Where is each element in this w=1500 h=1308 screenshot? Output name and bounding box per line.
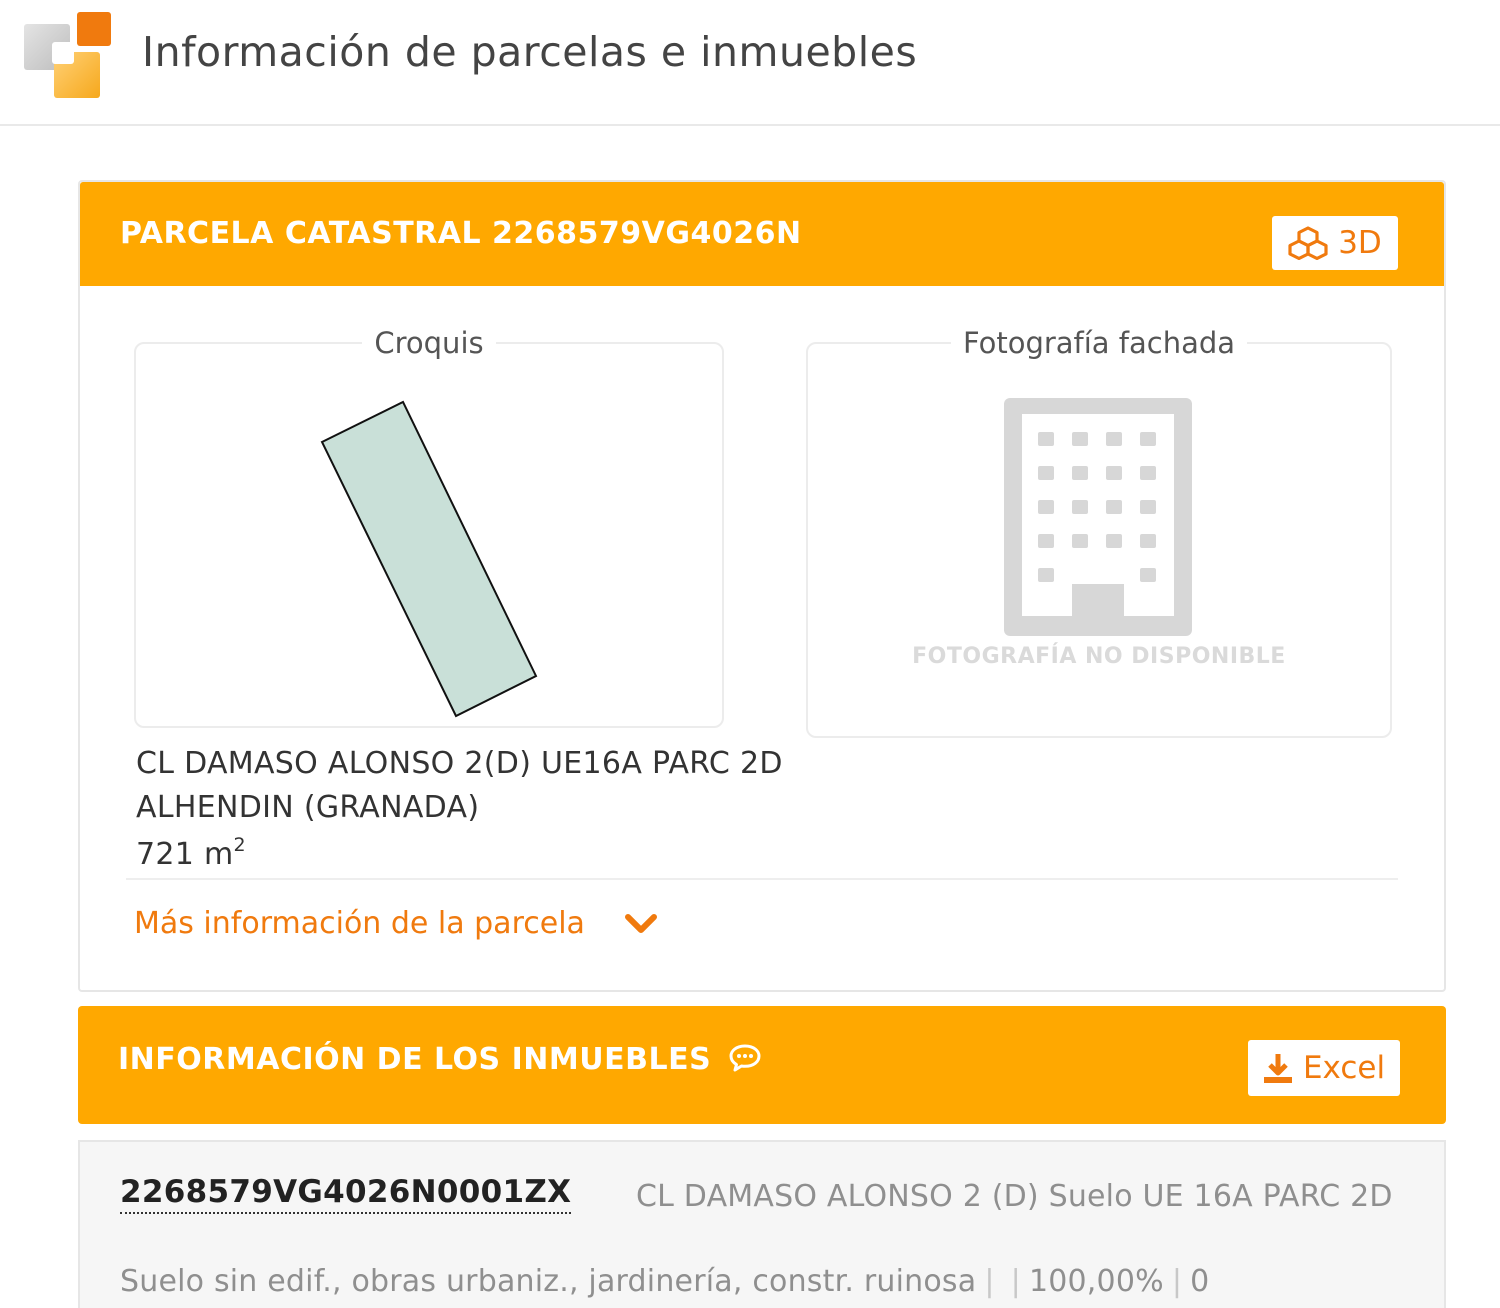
parcel-address-line2: ALHENDIN (GRANADA) [136, 790, 480, 825]
inmueble-use: Suelo sin edif., obras urbaniz., jardine… [120, 1264, 977, 1299]
parcela-title: PARCELA CATASTRAL 2268579VG4026N [120, 216, 802, 251]
croquis-box: Croquis [134, 326, 726, 730]
inmuebles-panel-header: INFORMACIÓN DE LOS INMUEBLES Excel [78, 1006, 1446, 1124]
chevron-down-icon [624, 913, 657, 933]
catastro-logo-icon [22, 10, 114, 102]
parcel-address-line1: CL DAMASO ALONSO 2(D) UE16A PARC 2D [136, 746, 783, 781]
photo-unavailable-text: FOTOGRAFÍA NO DISPONIBLE [912, 644, 1286, 669]
divider [126, 878, 1398, 880]
inmueble-use-line: Suelo sin edif., obras urbaniz., jardine… [120, 1264, 1210, 1299]
inmueble-reference-link[interactable]: 2268579VG4026N0001ZX [120, 1174, 572, 1214]
view-3d-label: 3D [1338, 225, 1382, 261]
parcel-surface: 721 m2 [136, 834, 246, 872]
inmueble-year: 0 [1190, 1264, 1210, 1299]
parcel-surface-unit-sup: 2 [233, 834, 246, 856]
export-excel-button[interactable]: Excel [1248, 1040, 1400, 1096]
cubes-icon [1288, 226, 1328, 260]
fachada-photo-box: Fotografía fachada FOTOGRAFÍA NO DISPONI… [806, 326, 1392, 738]
view-3d-button[interactable]: 3D [1272, 216, 1398, 270]
inmuebles-title: INFORMACIÓN DE LOS INMUEBLES [118, 1042, 762, 1077]
building-icon [1004, 398, 1192, 636]
page-title: Información de parcelas e inmuebles [142, 28, 918, 76]
export-excel-label: Excel [1302, 1050, 1386, 1086]
comment-icon[interactable] [728, 1043, 762, 1073]
parcela-panel-header: PARCELA CATASTRAL 2268579VG4026N 3D [80, 182, 1444, 286]
parcel-surface-value: 721 m [136, 837, 234, 872]
inmuebles-panel: INFORMACIÓN DE LOS INMUEBLES Excel [78, 1006, 1446, 1124]
inmueble-participation: 100,00% [1028, 1264, 1164, 1299]
parcel-sketch[interactable] [136, 344, 726, 730]
parcel-shape [320, 400, 538, 718]
more-parcel-info-label: Más información de la parcela [134, 906, 585, 941]
parcela-panel: PARCELA CATASTRAL 2268579VG4026N 3D Croq… [78, 180, 1446, 992]
top-bar: Información de parcelas e inmuebles [0, 0, 1500, 126]
inmueble-record: CL DAMASO ALONSO 2 (D) Suelo UE 16A PARC… [78, 1140, 1446, 1308]
fachada-label: Fotografía fachada [950, 326, 1248, 360]
download-icon [1263, 1054, 1292, 1083]
more-parcel-info-link[interactable]: Más información de la parcela [134, 906, 659, 941]
